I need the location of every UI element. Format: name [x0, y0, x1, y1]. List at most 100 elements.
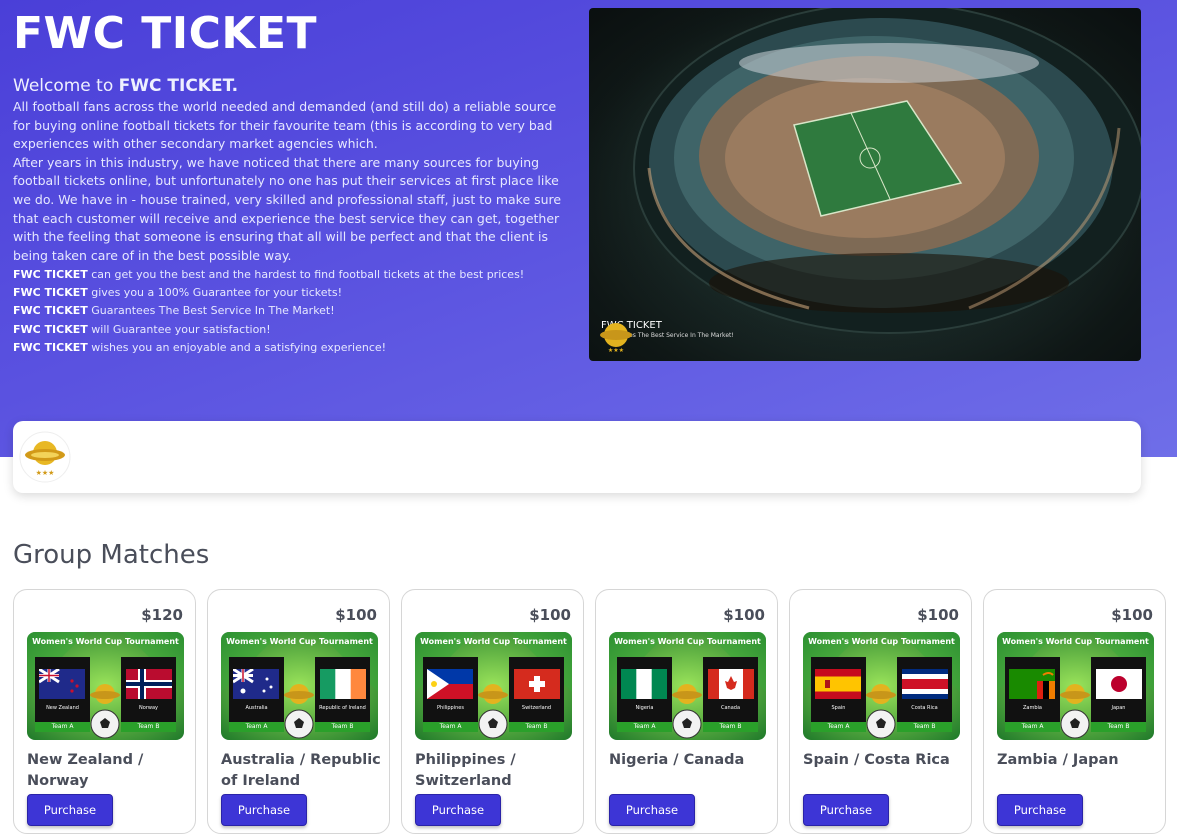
team2-flag — [320, 669, 366, 704]
poster-team-b-label: Team B — [137, 723, 160, 730]
poster-team1-name: New Zealand — [46, 705, 79, 711]
match-title: Zambia / Japan — [997, 752, 1119, 768]
poster-team2-name: Canada — [720, 705, 741, 711]
poster-heading: Women's World Cup Tournament — [226, 637, 373, 646]
flag-ng-icon — [621, 669, 667, 699]
poster-team-a-label: Team A — [633, 723, 656, 730]
feature-brand: FWC TICKET — [13, 268, 88, 281]
flag-ch-icon — [514, 669, 560, 699]
match-price: $100 — [723, 606, 765, 624]
team2-flag — [1096, 669, 1142, 704]
match-cards: $120 Women's World Cup Tournament New Zea… — [13, 589, 1173, 840]
team1-flag — [815, 669, 861, 704]
feature-text: Guarantees The Best Service In The Marke… — [87, 304, 335, 318]
match-title: Australia / Republic of Ireland — [221, 752, 381, 789]
feature-item: FWC TICKET will Guarantee your satisfact… — [13, 321, 568, 339]
flag-ph-icon — [427, 669, 473, 699]
welcome-heading: Welcome to FWC TICKET. — [13, 76, 238, 96]
svg-text:★★★: ★★★ — [36, 469, 55, 477]
flag-ca-icon — [708, 669, 754, 699]
poster-team-b-label: Team B — [525, 723, 548, 730]
poster-team-a-label: Team A — [1021, 723, 1044, 730]
poster-team2-name: Norway — [139, 705, 158, 711]
team2-flag — [902, 669, 948, 704]
team1-flag — [621, 669, 667, 704]
poster-heading: Women's World Cup Tournament — [32, 637, 179, 646]
feature-brand: FWC TICKET — [13, 340, 88, 354]
stadium-image: ★★★ FWC TICKET Guarantees The Best Servi… — [589, 8, 1141, 361]
feature-text: will Guarantee your satisfaction! — [87, 322, 271, 336]
intro-paragraph: All football fans across the world neede… — [13, 98, 568, 265]
poster-team-a-label: Team A — [827, 723, 850, 730]
poster-team-a-label: Team A — [439, 723, 462, 730]
flag-jp-icon — [1096, 669, 1142, 699]
flag-es-icon — [815, 669, 861, 699]
flag-nz-icon — [38, 667, 85, 699]
match-title: Philippines / Switzerland — [415, 752, 516, 789]
poster-team-a-label: Team A — [245, 723, 268, 730]
purchase-button[interactable]: Purchase — [27, 794, 113, 826]
match-poster: Women's World Cup Tournament Zambia Japan T… — [997, 632, 1154, 740]
match-poster: Women's World Cup Tournament New Zealand N… — [27, 632, 184, 740]
match-card: $100 Women's World Cup Tournament Spain Co… — [789, 589, 972, 834]
team1-flag — [427, 669, 473, 704]
match-price: $100 — [529, 606, 571, 624]
match-title: Spain / Costa Rica — [803, 752, 950, 768]
section-title: Group Matches — [13, 540, 210, 570]
site-logo-icon[interactable]: ★★★ — [19, 431, 71, 483]
match-card: $100 Women's World Cup Tournament Nigeria… — [595, 589, 778, 834]
feature-brand: FWC TICKET — [13, 304, 88, 318]
feature-list: FWC TICKET can get you the best and the … — [13, 266, 568, 357]
poster-heading: Women's World Cup Tournament — [614, 637, 761, 646]
purchase-button[interactable]: Purchase — [221, 794, 307, 826]
match-poster: Women's World Cup Tournament Philippines S… — [415, 632, 572, 740]
feature-text: can get you the best and the hardest to … — [87, 268, 525, 281]
match-price: $100 — [335, 606, 377, 624]
team2-flag — [708, 669, 754, 704]
trophy-logo-icon: ★★★ — [600, 323, 632, 354]
poster-team2-name: Republic of Ireland — [319, 705, 366, 711]
match-poster: Women's World Cup Tournament Australia Rep… — [221, 632, 378, 740]
stadium-watermark: ★★★ FWC TICKET Guarantees The Best Servi… — [597, 320, 734, 354]
match-price: $120 — [141, 606, 183, 624]
match-title: Nigeria / Canada — [609, 752, 745, 768]
flag-ie-icon — [320, 669, 366, 699]
match-card: $120 Women's World Cup Tournament New Zea… — [13, 589, 196, 834]
feature-item: FWC TICKET gives you a 100% Guarantee fo… — [13, 284, 568, 302]
poster-team2-name: Switzerland — [521, 705, 552, 711]
welcome-prefix: Welcome to — [13, 76, 119, 96]
feature-brand: FWC TICKET — [13, 322, 88, 336]
purchase-button[interactable]: Purchase — [803, 794, 889, 826]
poster-team-b-label: Team B — [719, 723, 742, 730]
match-price: $100 — [1111, 606, 1153, 624]
flag-cr-icon — [902, 669, 948, 699]
flag-zm-icon — [1009, 669, 1055, 699]
poster-team1-name: Spain — [831, 705, 846, 711]
feature-item: FWC TICKET wishes you an enjoyable and a… — [13, 339, 568, 357]
feature-brand: FWC TICKET — [13, 286, 88, 300]
match-card: $100 Women's World Cup Tournament Philipp… — [401, 589, 584, 834]
team2-flag — [126, 669, 172, 704]
purchase-button[interactable]: Purchase — [609, 794, 695, 826]
team1-flag — [38, 667, 85, 704]
poster-heading: Women's World Cup Tournament — [1002, 637, 1149, 646]
match-title: New Zealand / Norway — [27, 752, 144, 789]
purchase-button[interactable]: Purchase — [415, 794, 501, 826]
match-price: $100 — [917, 606, 959, 624]
poster-team-a-label: Team A — [51, 723, 74, 730]
intro-paragraph-2: After years in this industry, we have no… — [13, 154, 562, 263]
poster-team1-name: Zambia — [1023, 705, 1042, 711]
svg-text:★★★: ★★★ — [608, 347, 624, 354]
purchase-button[interactable]: Purchase — [997, 794, 1083, 826]
poster-heading: Women's World Cup Tournament — [808, 637, 955, 646]
poster-heading: Women's World Cup Tournament — [420, 637, 567, 646]
match-poster: Women's World Cup Tournament Nigeria Canad… — [609, 632, 766, 740]
poster-team1-name: Philippines — [437, 705, 464, 711]
match-poster: Women's World Cup Tournament Spain Costa R… — [803, 632, 960, 740]
hero-section: FWC TICKET Welcome to FWC TICKET. All fo… — [0, 0, 1177, 457]
site-title: FWC TICKET — [13, 8, 318, 59]
poster-team-b-label: Team B — [331, 723, 354, 730]
poster-team-b-label: Team B — [913, 723, 936, 730]
poster-team1-name: Nigeria — [635, 705, 654, 711]
team2-flag — [514, 669, 560, 704]
